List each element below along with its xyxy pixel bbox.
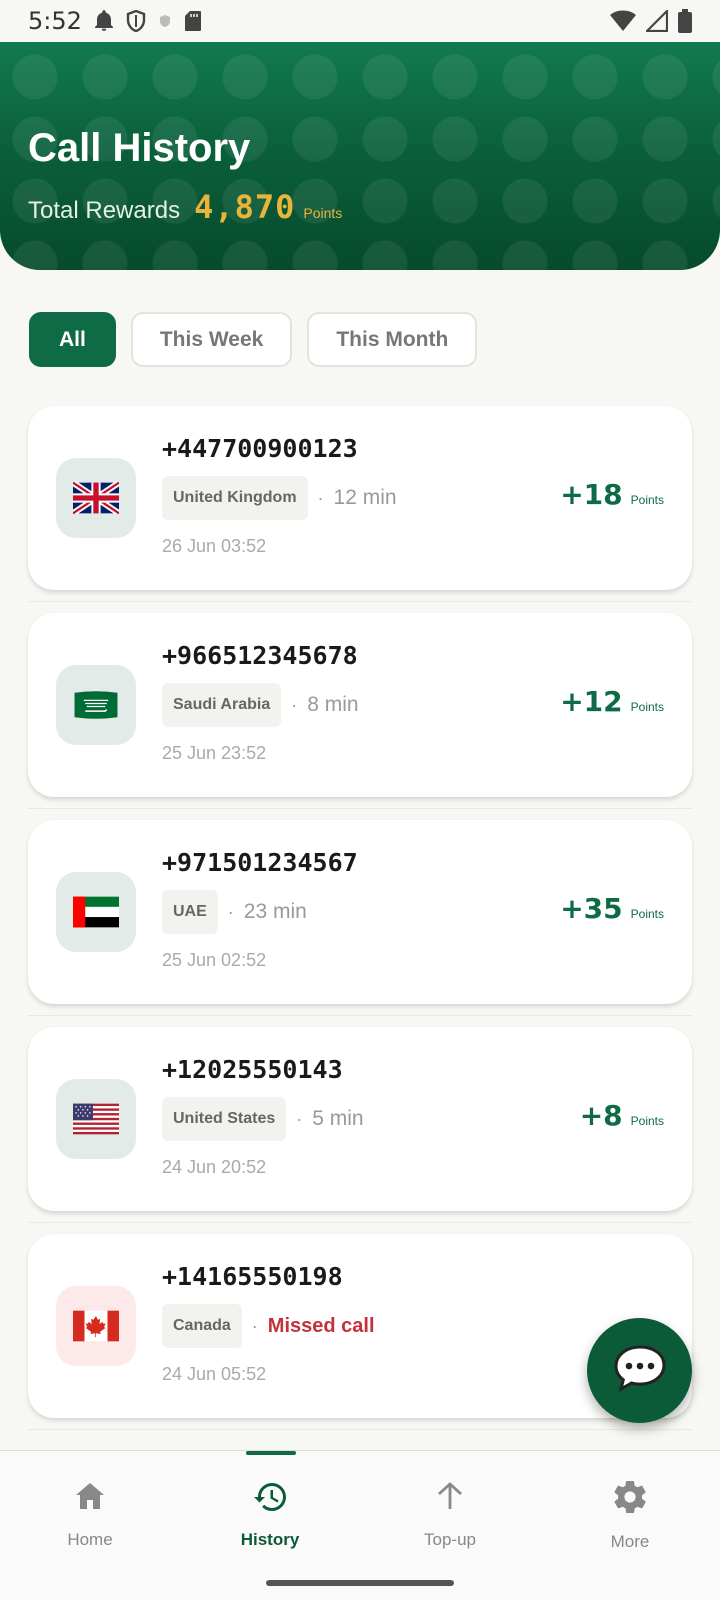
uae-flag-icon	[56, 872, 136, 952]
call-date: 25 Jun 23:52	[162, 743, 267, 763]
call-duration: 12 min	[333, 486, 397, 509]
home-icon	[74, 1481, 106, 1516]
points-unit: Points	[630, 1114, 664, 1128]
call-list: +447700900123 United Kingdom · 12 min 26…	[28, 406, 692, 1441]
gear-icon	[614, 1481, 646, 1518]
chat-bubble-icon	[613, 1344, 667, 1397]
points-unit: Points	[630, 493, 664, 507]
phone-number: +966512345678	[162, 641, 358, 670]
separator: ·	[291, 694, 298, 715]
call-date: 24 Jun 05:52	[162, 1364, 267, 1384]
points-value: +8	[579, 1099, 623, 1132]
points-earned: +35 Points	[560, 892, 664, 925]
call-duration: 8 min	[307, 693, 359, 716]
call-meta: Saudi Arabia · 8 min	[162, 683, 359, 727]
missed-call-status: Missed call	[267, 1314, 375, 1337]
chat-fab-button[interactable]	[587, 1318, 692, 1423]
uk-flag-icon	[56, 458, 136, 538]
nav-top-up[interactable]: Top-up	[390, 1481, 510, 1550]
points-earned: +18 Points	[560, 478, 664, 511]
country-tag: United Kingdom	[162, 476, 308, 520]
call-item[interactable]: +447700900123 United Kingdom · 12 min 26…	[28, 406, 692, 602]
country-tag: United States	[162, 1097, 287, 1141]
call-meta: United Kingdom · 12 min	[162, 476, 397, 520]
separator: ·	[296, 1108, 303, 1129]
points-unit: Points	[630, 907, 664, 921]
arrow-up-icon	[435, 1481, 465, 1516]
notification-bell-icon	[94, 10, 114, 32]
phone-number: +447700900123	[162, 434, 358, 463]
filter-this-week[interactable]: This Week	[130, 312, 293, 367]
call-duration: 5 min	[312, 1107, 364, 1130]
rewards-unit: Points	[303, 205, 343, 221]
filter-tabs: All This Week This Month	[29, 312, 478, 367]
call-meta: Canada · Missed call	[162, 1304, 375, 1348]
country-tag: UAE	[162, 890, 218, 934]
call-item[interactable]: +966512345678 Saudi Arabia · 8 min 25 Ju…	[28, 613, 692, 809]
call-item[interactable]: +12025550143 United States · 5 min 24 Ju…	[28, 1027, 692, 1223]
points-earned: +12 Points	[560, 685, 664, 718]
home-gesture-bar[interactable]	[266, 1580, 454, 1586]
status-bar: 5:52	[0, 0, 720, 42]
status-time: 5:52	[28, 7, 82, 35]
battery-icon	[678, 9, 692, 33]
nav-more[interactable]: More	[570, 1481, 690, 1552]
history-icon	[253, 1481, 287, 1516]
nav-label: History	[240, 1530, 300, 1549]
call-duration: 23 min	[243, 900, 307, 923]
filter-all[interactable]: All	[29, 312, 116, 367]
total-rewards: Total Rewards 4,870 Points	[28, 188, 342, 226]
rewards-value: 4,870	[194, 188, 296, 226]
country-tag: Canada	[162, 1304, 242, 1348]
call-meta: UAE · 23 min	[162, 890, 307, 934]
nav-label: Top-up	[424, 1530, 476, 1549]
points-value: +12	[560, 685, 623, 718]
separator: ·	[227, 901, 234, 922]
page-title: Call History	[28, 126, 251, 170]
small-shield-icon	[158, 14, 172, 28]
phone-number: +14165550198	[162, 1262, 343, 1291]
nav-home[interactable]: Home	[30, 1481, 150, 1550]
canada-flag-icon	[56, 1286, 136, 1366]
points-value: +18	[560, 478, 623, 511]
call-item[interactable]: +971501234567 UAE · 23 min 25 Jun 02:52 …	[28, 820, 692, 1016]
bottom-navigation: Home History Top-up More	[0, 1450, 720, 1600]
wifi-icon	[610, 10, 636, 32]
shield-icon	[126, 10, 146, 32]
country-tag: Saudi Arabia	[162, 683, 282, 727]
cell-signal-icon	[646, 10, 668, 32]
nav-active-indicator	[246, 1451, 296, 1455]
call-date: 24 Jun 20:52	[162, 1157, 267, 1177]
points-value: +35	[560, 892, 623, 925]
saudi-flag-icon	[56, 665, 136, 745]
call-date: 25 Jun 02:52	[162, 950, 267, 970]
nav-label: Home	[67, 1530, 113, 1549]
nav-history[interactable]: History	[210, 1481, 330, 1550]
call-date: 26 Jun 03:52	[162, 536, 267, 556]
nav-label: More	[610, 1532, 650, 1551]
call-meta: United States · 5 min	[162, 1097, 364, 1141]
sd-card-icon	[184, 10, 202, 32]
separator: ·	[251, 1315, 258, 1336]
separator: ·	[317, 487, 324, 508]
phone-number: +12025550143	[162, 1055, 343, 1084]
phone-number: +971501234567	[162, 848, 358, 877]
points-unit: Points	[630, 700, 664, 714]
filter-this-month[interactable]: This Month	[307, 312, 478, 367]
rewards-label: Total Rewards	[28, 197, 181, 224]
points-earned: +8 Points	[580, 1099, 664, 1132]
header-banner: Call History Total Rewards 4,870 Points	[0, 42, 720, 270]
us-flag-icon	[56, 1079, 136, 1159]
